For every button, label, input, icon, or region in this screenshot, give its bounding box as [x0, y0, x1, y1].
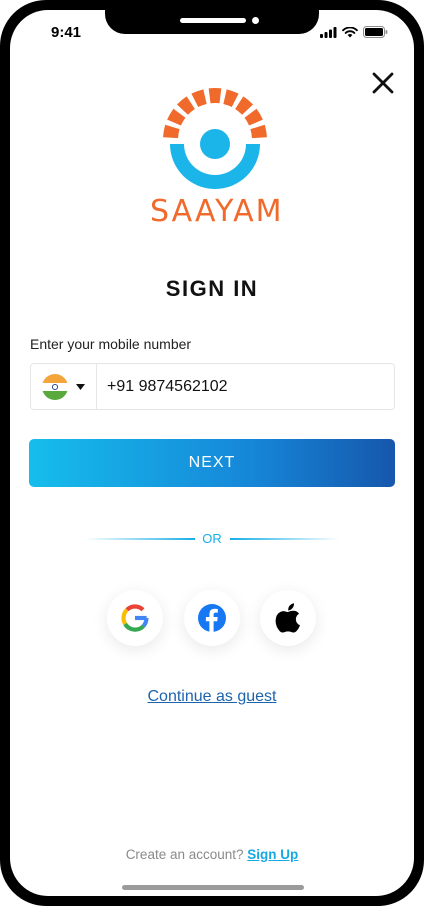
notch: [105, 10, 319, 34]
logo-mark: [163, 88, 267, 189]
screen: 9:41 SAAYAM SIGN IN Enter your mobile nu…: [10, 10, 414, 896]
speaker: [180, 18, 246, 23]
google-button[interactable]: [107, 590, 163, 646]
or-divider: OR: [10, 529, 414, 549]
phone-field: [30, 363, 395, 410]
home-indicator: [122, 885, 304, 890]
apple-icon: [275, 603, 300, 633]
phone-label: Enter your mobile number: [30, 336, 192, 352]
chevron-down-icon: [76, 383, 85, 390]
wifi-icon: [342, 26, 358, 37]
india-flag-icon: [42, 373, 68, 400]
google-icon: [121, 604, 149, 632]
phone-input[interactable]: [97, 364, 394, 409]
close-icon[interactable]: [370, 70, 396, 96]
saayam-logo: SAAYAM: [150, 82, 284, 232]
logo-ray: [191, 89, 207, 108]
signin-title: SIGN IN: [165, 276, 259, 301]
divider-line-right: [230, 538, 340, 540]
facebook-button[interactable]: [184, 590, 240, 646]
signup-prompt: Create an account?: [125, 847, 244, 862]
logo-ray: [244, 108, 263, 126]
logo-ray: [167, 108, 186, 126]
camera: [252, 17, 259, 24]
signup-link[interactable]: Sign Up: [247, 847, 298, 862]
phone-frame: 9:41 SAAYAM SIGN IN Enter your mobile nu…: [0, 0, 424, 906]
status-time: 9:41: [51, 24, 82, 41]
continue-as-guest-link[interactable]: Continue as guest: [10, 688, 414, 706]
logo-ray: [250, 124, 267, 139]
or-label: OR: [202, 531, 222, 546]
logo-ray: [223, 89, 239, 108]
status-icons: [320, 26, 388, 38]
logo-ray: [208, 88, 222, 104]
brand-name: SAAYAM: [150, 194, 284, 229]
country-selector[interactable]: [31, 364, 97, 409]
apple-button[interactable]: [260, 590, 316, 646]
logo-ray: [176, 96, 195, 115]
logo-ray: [163, 124, 180, 139]
battery-icon: [363, 26, 388, 38]
signal-icon: [320, 26, 337, 38]
logo-ray: [235, 96, 254, 115]
facebook-icon: [198, 604, 226, 632]
footer-signup: Create an account? Sign Up: [10, 847, 414, 862]
next-button[interactable]: NEXT: [29, 439, 395, 487]
